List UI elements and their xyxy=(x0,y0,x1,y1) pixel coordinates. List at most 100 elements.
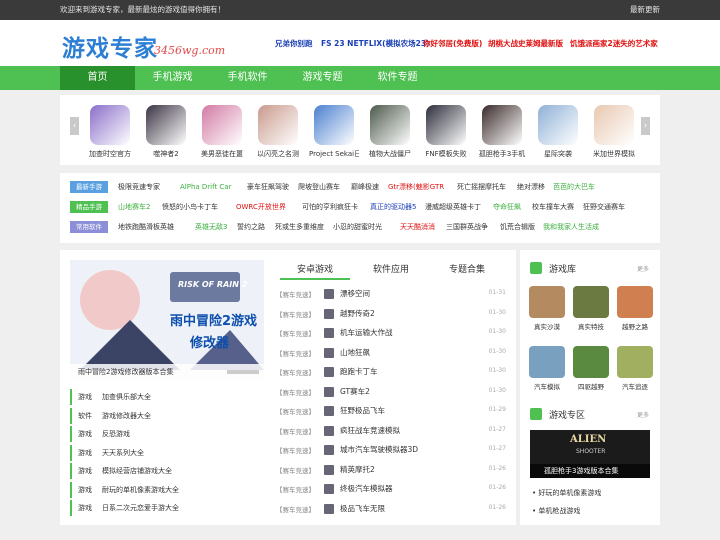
tag-link[interactable]: Gtr漂移(魅影GTR xyxy=(388,181,444,193)
zone-link-2[interactable]: • 单机枪战游戏 xyxy=(532,506,580,516)
topic-list-item[interactable]: 游戏 模拟经营店铺游戏大全 xyxy=(70,463,265,479)
carousel-game-item[interactable]: 噬神者2 xyxy=(141,105,191,159)
tag-link[interactable]: 真正的驱动器5 xyxy=(370,201,416,213)
tag-link[interactable]: 芭芭的大巴车 xyxy=(553,181,595,193)
tag-link[interactable]: 英雄无敌3 xyxy=(195,221,227,233)
tag-link[interactable]: OWRC开放世界 xyxy=(236,201,286,213)
carousel-game-item[interactable]: Project Sekai日 xyxy=(309,105,359,159)
game-list-row[interactable]: 【赛车竞速】 城市汽车驾驶模拟器3D 01-27 xyxy=(276,442,506,461)
game-list-row[interactable]: 【赛车竞速】 精英摩托2 01-26 xyxy=(276,462,506,481)
tab-topic-collections[interactable]: 专题合集 xyxy=(432,262,502,275)
latest-update-link[interactable]: 最新更新 xyxy=(630,0,660,20)
tag-category-label[interactable]: 精品手游 xyxy=(70,201,108,213)
banner-pager[interactable] xyxy=(227,370,259,374)
game-title[interactable]: 城市汽车驾驶模拟器3D xyxy=(340,444,418,455)
nav-mobile-games[interactable]: 手机游戏 xyxy=(135,66,210,90)
library-game-item[interactable]: 真实特技 xyxy=(572,286,610,331)
carousel-game-item[interactable]: 美男恶徒在噩 xyxy=(197,105,247,159)
tag-link[interactable]: 巅峰极速 xyxy=(351,181,379,193)
tag-link[interactable]: 绝对漂移 xyxy=(517,181,545,193)
library-game-item[interactable]: 真实沙漠 xyxy=(528,286,566,331)
tag-category-label[interactable]: 常用软件 xyxy=(70,221,108,233)
carousel-next-button[interactable]: › xyxy=(641,117,650,135)
game-zone-banner[interactable]: ALIEN SHOOTER 孤胆枪手3游戏版本合集 xyxy=(530,430,650,478)
carousel-game-item[interactable]: 以闪亮之名测 xyxy=(253,105,303,159)
game-title[interactable]: 精英摩托2 xyxy=(340,464,375,475)
game-title[interactable]: 狂野极品飞车 xyxy=(340,405,385,416)
featured-banner[interactable]: RISK OF RAIN 2 雨中冒险2游戏 修改器 雨中冒险2游戏修改器版本合… xyxy=(70,260,264,380)
carousel-game-item[interactable]: 米加世界模拟 xyxy=(589,105,639,159)
tag-link[interactable]: 狂野交通赛车 xyxy=(583,201,625,213)
tag-link[interactable]: 山地赛车2 xyxy=(118,201,150,213)
game-zone-more-link[interactable]: 更多 xyxy=(637,410,649,419)
tag-link[interactable]: AlPha Drift Car xyxy=(180,181,232,193)
tag-link[interactable]: 可怕的亨利疯狂卡 xyxy=(302,201,358,213)
topic-list-item[interactable]: 游戏 耐玩的单机像素游戏大全 xyxy=(70,481,265,498)
tag-link[interactable]: 地铁跑酷滑板英雄 xyxy=(118,221,174,233)
tag-link[interactable]: 愤怒的小鸟卡丁车 xyxy=(162,201,218,213)
game-list-row[interactable]: 【赛车竞速】 山地狂飙 01-30 xyxy=(276,345,506,364)
topic-list-item[interactable]: 软件 游戏修改器大全 xyxy=(70,407,265,424)
tag-link[interactable]: 死或生多重维度 xyxy=(275,221,324,233)
nav-game-topics[interactable]: 游戏专题 xyxy=(285,66,360,90)
game-list-row[interactable]: 【赛车竞速】 漂移空间 01-31 xyxy=(276,286,506,305)
game-list-row[interactable]: 【赛车竞速】 狂野极品飞车 01-29 xyxy=(276,403,506,422)
library-game-item[interactable]: 汽车追逐 xyxy=(616,346,654,391)
tag-link[interactable]: 豪车狂飙驾驶 xyxy=(247,181,289,193)
game-title[interactable]: 山地狂飙 xyxy=(340,347,370,358)
tag-link[interactable]: 极限竞速专家 xyxy=(118,181,160,193)
header-link-2[interactable]: FS 23 NETFLIX(模拟农场23) xyxy=(321,38,429,49)
carousel-prev-button[interactable]: ‹ xyxy=(70,117,79,135)
library-game-item[interactable]: 越野之路 xyxy=(616,286,654,331)
tag-link[interactable]: 死亡摇摆摩托车 xyxy=(457,181,506,193)
game-library-more-link[interactable]: 更多 xyxy=(637,264,649,273)
game-list-row[interactable]: 【赛车竞速】 GT赛车2 01-30 xyxy=(276,384,506,403)
carousel-game-item[interactable]: 加查时空官方 xyxy=(85,105,135,159)
carousel-game-item[interactable]: 孤胆枪手3手机 xyxy=(477,105,527,159)
game-title[interactable]: GT赛车2 xyxy=(340,386,370,397)
library-game-item[interactable]: 四驱越野 xyxy=(572,346,610,391)
topic-list-item[interactable]: 游戏 反恐游戏 xyxy=(70,426,265,442)
nav-home[interactable]: 首页 xyxy=(60,66,135,90)
topic-list-item[interactable]: 游戏 日系二次元恋爱手游大全 xyxy=(70,500,265,516)
library-game-item[interactable]: 汽车模拟 xyxy=(528,346,566,391)
game-list-row[interactable]: 【赛车竞速】 终极汽车模拟器 01-26 xyxy=(276,481,506,500)
carousel-game-item[interactable]: 植物大战僵尸 xyxy=(365,105,415,159)
game-title[interactable]: 极品飞车无限 xyxy=(340,503,385,514)
game-list-row[interactable]: 【赛车竞速】 极品飞车无限 01-26 xyxy=(276,501,506,520)
tab-software-apps[interactable]: 软件应用 xyxy=(356,262,426,275)
game-title[interactable]: 跑跑卡丁车 xyxy=(340,366,378,377)
game-title[interactable]: 疯狂战车竞速模拟 xyxy=(340,425,400,436)
game-title[interactable]: 漂移空间 xyxy=(340,288,370,299)
tag-link[interactable]: 校车撞车大赛 xyxy=(532,201,574,213)
tag-link[interactable]: 饥荒合辑版 xyxy=(500,221,535,233)
game-title[interactable]: 越野传奇2 xyxy=(340,308,375,319)
tag-link[interactable]: 我和我家人生活成 xyxy=(543,221,599,233)
carousel-game-item[interactable]: 星际突袭 xyxy=(533,105,583,159)
game-list-row[interactable]: 【赛车竞速】 越野传奇2 01-30 xyxy=(276,306,506,325)
tab-android-games[interactable]: 安卓游戏 xyxy=(280,262,350,280)
header-link-3[interactable]: 你好邻居(免费版) xyxy=(423,38,482,49)
nav-mobile-software[interactable]: 手机软件 xyxy=(210,66,285,90)
tag-link[interactable]: 漫威超级英雄卡丁 xyxy=(425,201,481,213)
tag-link[interactable]: 爬坡登山赛车 xyxy=(298,181,340,193)
tag-link[interactable]: 小忍的甜蜜时光 xyxy=(333,221,382,233)
topic-list-item[interactable]: 游戏 天天系列大全 xyxy=(70,444,265,461)
game-title[interactable]: 机车运输大作战 xyxy=(340,327,393,338)
tag-link[interactable]: 天天酷消消 xyxy=(400,221,435,233)
header-link-1[interactable]: 兄弟你别跑 xyxy=(275,38,313,49)
game-list-row[interactable]: 【赛车竞速】 疯狂战车竞速模拟 01-27 xyxy=(276,423,506,442)
header-link-4[interactable]: 胡桃大战史莱姆最新版 xyxy=(488,38,563,49)
tag-link[interactable]: 三国群英战争 xyxy=(446,221,488,233)
topic-list-item[interactable]: 游戏 加查俱乐部大全 xyxy=(70,389,265,405)
nav-software-topics[interactable]: 软件专题 xyxy=(360,66,435,90)
tag-link[interactable]: 夺命狂飙 xyxy=(493,201,521,213)
game-list-row[interactable]: 【赛车竞速】 跑跑卡丁车 01-30 xyxy=(276,364,506,383)
game-title[interactable]: 终极汽车模拟器 xyxy=(340,483,393,494)
carousel-game-item[interactable]: FNF模板失败 xyxy=(421,105,471,159)
zone-link-1[interactable]: • 好玩的单机像素游戏 xyxy=(532,488,601,498)
site-logo[interactable]: 游戏专家 3456wg.com xyxy=(62,29,242,62)
game-list-row[interactable]: 【赛车竞速】 机车运输大作战 01-30 xyxy=(276,325,506,344)
header-link-5[interactable]: 饥饿派画家2迷失的艺术家 xyxy=(570,38,658,49)
tag-link[interactable]: 誓约之路 xyxy=(237,221,265,233)
